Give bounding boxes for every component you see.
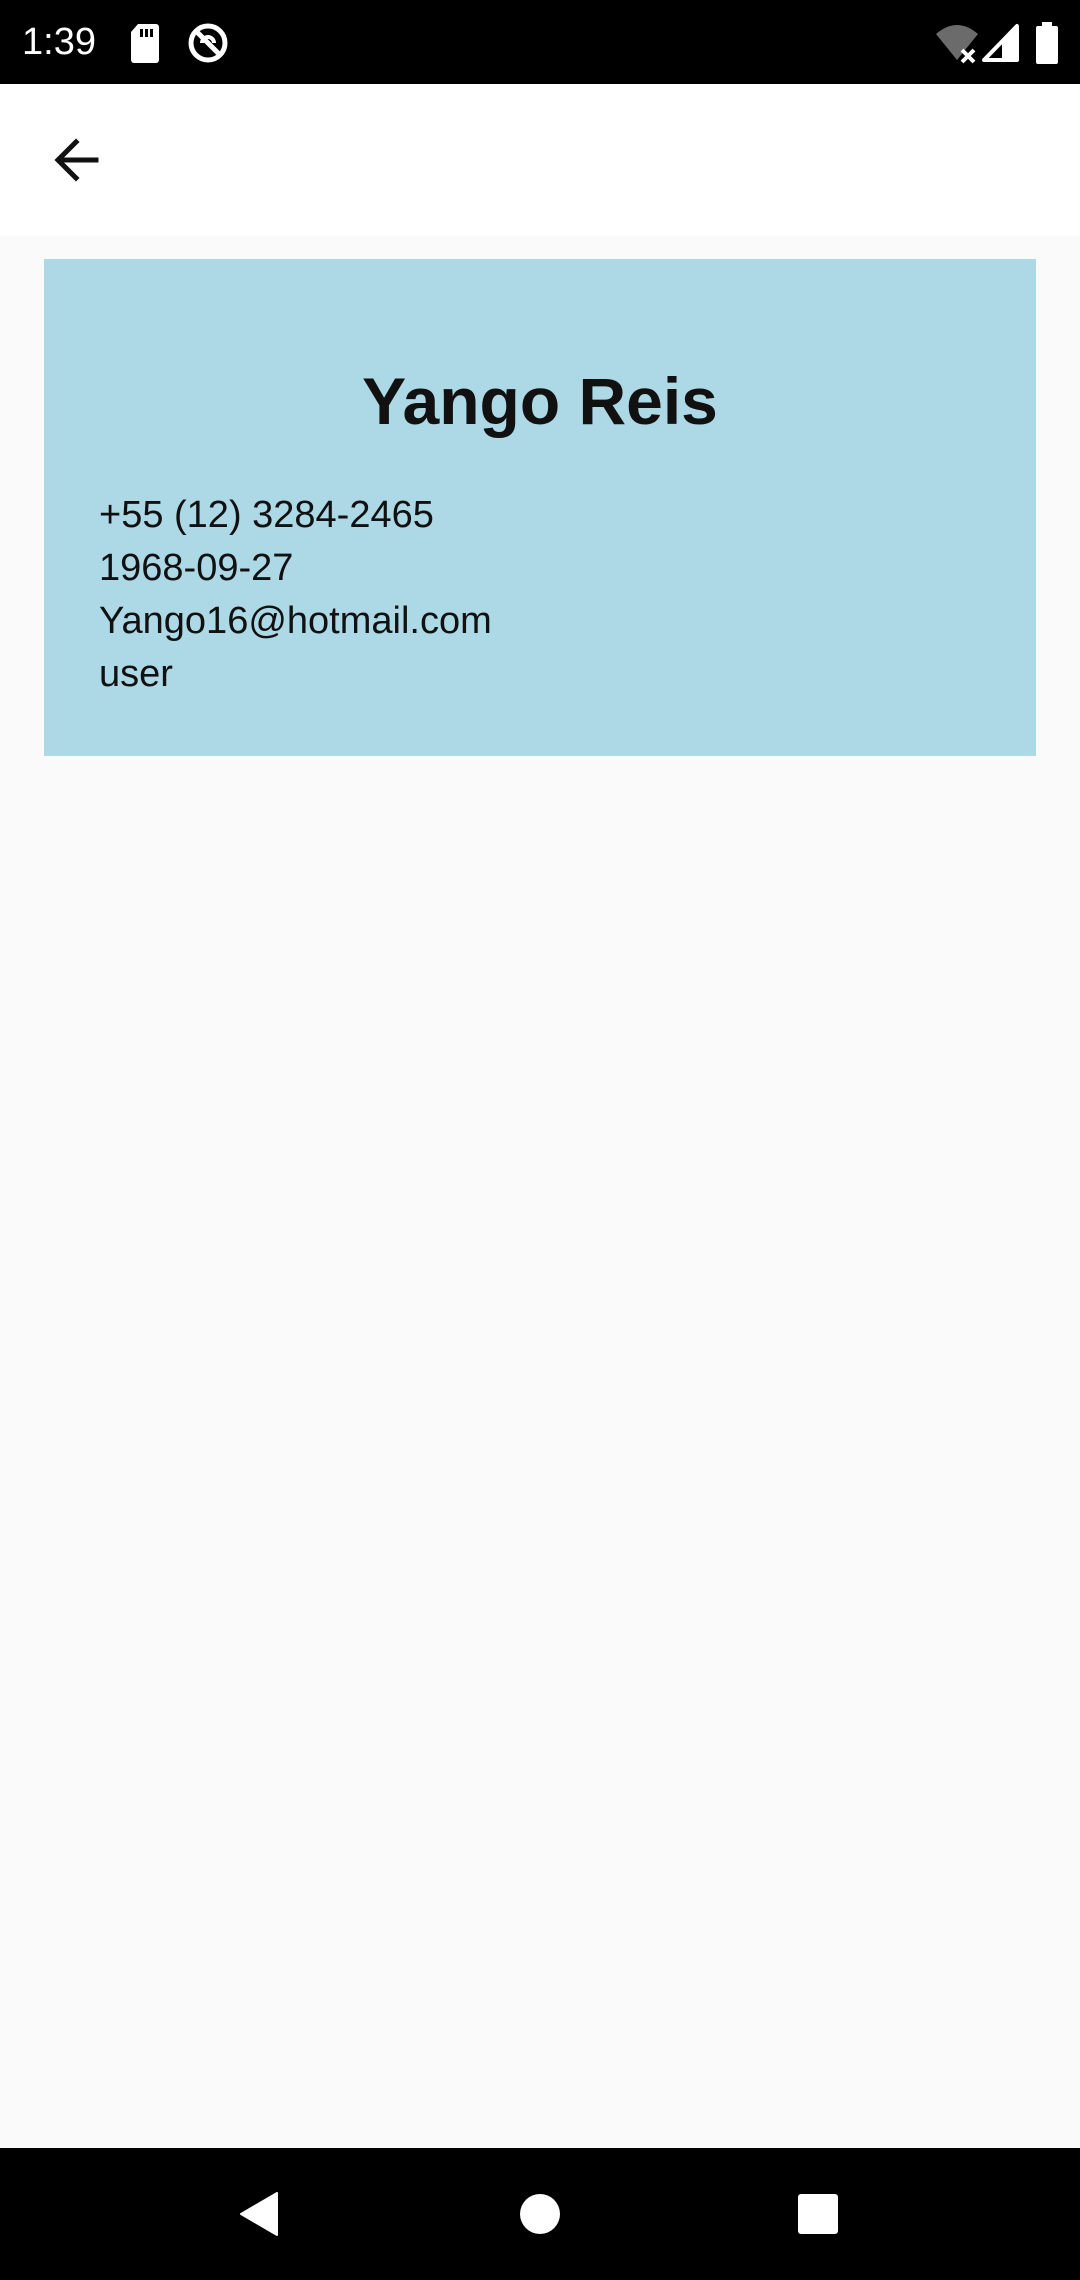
do-not-disturb-icon	[186, 20, 230, 66]
status-time: 1:39	[22, 21, 96, 63]
nav-home-button[interactable]	[500, 2174, 580, 2254]
nav-recents-icon	[798, 2194, 838, 2234]
profile-card: Yango Reis +55 (12) 3284-2465 1968-09-27…	[44, 259, 1036, 756]
arrow-back-icon	[54, 138, 99, 182]
main-content: Yango Reis +55 (12) 3284-2465 1968-09-27…	[0, 236, 1080, 2148]
app-bar	[0, 84, 1080, 236]
nav-recents-button[interactable]	[778, 2174, 858, 2254]
back-button[interactable]	[28, 112, 124, 208]
status-bar: 1:39	[0, 0, 1080, 84]
profile-role: user	[99, 653, 173, 695]
cellular-signal-icon	[982, 20, 1020, 66]
profile-details: +55 (12) 3284-2465 1968-09-27 Yango16@ho…	[99, 489, 492, 701]
profile-birth-date: 1968-09-27	[99, 547, 294, 589]
profile-phone: +55 (12) 3284-2465	[99, 494, 434, 536]
profile-name: Yango Reis	[362, 364, 718, 438]
navigation-bar	[0, 2148, 1080, 2280]
wifi-off-icon	[934, 20, 980, 66]
battery-icon	[1034, 20, 1060, 66]
nav-home-icon	[520, 2194, 560, 2234]
nav-back-icon	[240, 2192, 278, 2236]
nav-back-button[interactable]	[220, 2174, 300, 2254]
profile-email: Yango16@hotmail.com	[99, 600, 492, 642]
sd-card-icon	[128, 20, 162, 66]
